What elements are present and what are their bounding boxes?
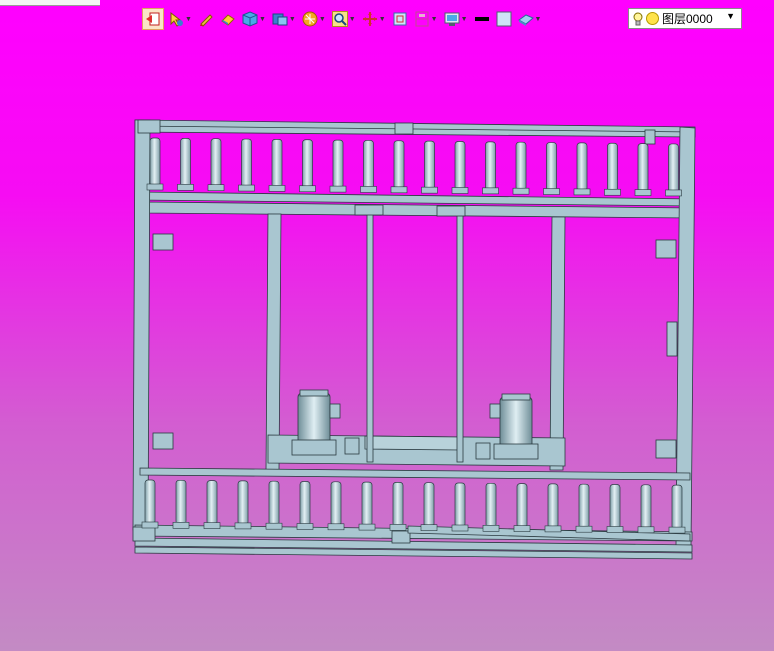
motor-left bbox=[291, 389, 360, 456]
roller-bearing bbox=[177, 184, 194, 191]
roller-bearing bbox=[482, 187, 499, 195]
roller-bearing bbox=[451, 524, 469, 532]
roller-bearing bbox=[513, 525, 531, 532]
roller-bearing bbox=[544, 525, 562, 533]
roller bbox=[454, 141, 466, 190]
roller bbox=[330, 481, 342, 527]
roller-bearing bbox=[296, 523, 314, 530]
roller-bearing bbox=[573, 188, 591, 196]
roller-bearing bbox=[421, 186, 438, 194]
roller-bearing bbox=[234, 522, 252, 530]
roller-bearing bbox=[265, 522, 283, 530]
roller bbox=[578, 483, 590, 529]
roller-bearing bbox=[146, 183, 164, 191]
roller bbox=[637, 143, 649, 192]
roller-bearing bbox=[299, 185, 316, 193]
roller-bearing bbox=[268, 185, 286, 192]
roller-bearing bbox=[606, 526, 624, 533]
roller bbox=[268, 480, 280, 526]
roller bbox=[180, 138, 191, 187]
roller-bearing bbox=[575, 525, 593, 533]
roller-bearing bbox=[482, 524, 500, 532]
roller bbox=[210, 138, 222, 188]
motor-right bbox=[475, 393, 539, 460]
roller-bearing bbox=[207, 184, 225, 191]
roller bbox=[144, 479, 156, 525]
roller bbox=[302, 139, 313, 189]
roller bbox=[206, 480, 218, 525]
roller-bearing bbox=[390, 186, 408, 194]
roller-bearing bbox=[420, 524, 438, 532]
roller-bearing bbox=[451, 187, 469, 194]
roller bbox=[485, 482, 497, 528]
roller bbox=[516, 483, 528, 528]
roller-bearing bbox=[637, 526, 655, 534]
roller bbox=[363, 140, 374, 189]
roller bbox=[241, 138, 252, 188]
roller-bearing bbox=[141, 521, 159, 529]
roller bbox=[423, 482, 435, 528]
roller bbox=[546, 142, 557, 191]
roller bbox=[361, 481, 373, 527]
roller bbox=[671, 484, 683, 530]
roller bbox=[576, 142, 588, 192]
roller bbox=[485, 141, 496, 191]
roller bbox=[668, 143, 679, 193]
roller-bearing bbox=[668, 526, 686, 534]
roller-bearing bbox=[389, 524, 407, 531]
roller-bearing bbox=[604, 188, 621, 196]
roller bbox=[547, 483, 559, 529]
roller bbox=[393, 140, 405, 190]
roller bbox=[299, 481, 311, 526]
roller-bearing bbox=[238, 184, 255, 192]
roller-bearing bbox=[634, 189, 652, 196]
roller bbox=[175, 479, 187, 525]
roller bbox=[607, 142, 618, 192]
roller-bearing bbox=[172, 521, 190, 529]
roller bbox=[332, 139, 344, 189]
roller-bearing bbox=[358, 523, 376, 531]
roller-bearing bbox=[360, 186, 377, 193]
roller bbox=[424, 140, 435, 190]
roller-bearing bbox=[665, 189, 682, 197]
roller-bearing bbox=[512, 187, 530, 195]
roller-bearing bbox=[543, 188, 560, 195]
roller bbox=[149, 137, 161, 187]
roller-bearing bbox=[327, 523, 345, 531]
roller-bearing bbox=[203, 522, 221, 529]
roller bbox=[392, 482, 404, 527]
roller bbox=[454, 482, 466, 528]
roller bbox=[271, 139, 283, 188]
roller bbox=[609, 484, 621, 529]
roller bbox=[237, 480, 249, 526]
roller bbox=[640, 484, 652, 530]
bottom-roller-row bbox=[141, 479, 686, 534]
top-roller-row bbox=[146, 137, 682, 197]
roller-bearing bbox=[329, 185, 347, 193]
cad-model-viewport[interactable] bbox=[0, 0, 774, 651]
roller bbox=[515, 141, 527, 191]
